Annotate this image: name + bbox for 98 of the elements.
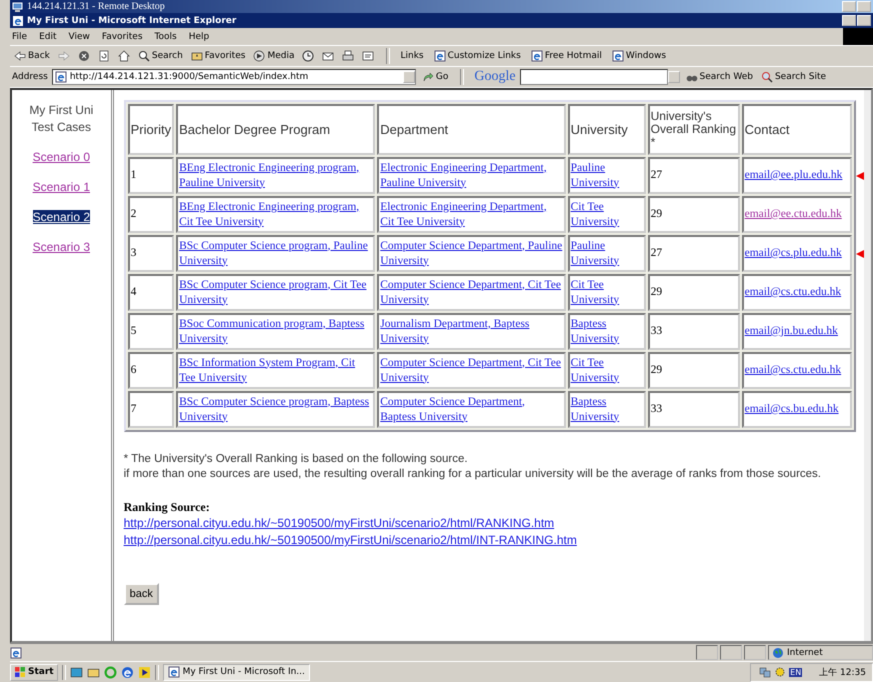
- status-bar-panel: [696, 645, 718, 660]
- table-cell: 2: [128, 196, 174, 233]
- magnifier-icon: [760, 71, 773, 83]
- network-icon[interactable]: [759, 666, 772, 678]
- forward-icon: [58, 50, 70, 62]
- computer-icon: [12, 0, 24, 12]
- search-web-button[interactable]: Search Web: [684, 71, 755, 83]
- zone-label: Internet: [787, 648, 823, 658]
- table-cell: 27: [648, 157, 740, 194]
- column-header: Bachelor Degree Program: [176, 104, 376, 155]
- print-icon: [342, 50, 354, 62]
- ie-icon: [12, 14, 24, 26]
- mail-icon: [322, 50, 334, 62]
- table-cell: 5: [128, 313, 174, 350]
- page-icon: [54, 71, 67, 83]
- google-logo: Google: [474, 69, 516, 85]
- arrow-icon: [422, 71, 434, 83]
- status-bar-panel: [720, 645, 742, 660]
- sidebar-title: My First Uni Test Cases: [28, 102, 94, 136]
- stop-icon: [78, 50, 90, 62]
- source-link[interactable]: http://personal.cityu.edu.hk/~50190500/myFirstUni/scenario2/html/INT-RANKING.htm: [124, 532, 577, 549]
- ie-icon[interactable]: [120, 666, 134, 678]
- address-field[interactable]: http://144.214.121.31:9000/SemanticWeb/index.htm: [52, 69, 416, 85]
- scenario-link[interactable]: Scenario 0: [32, 150, 90, 164]
- mail-button[interactable]: [320, 50, 336, 62]
- menu-item[interactable]: File: [12, 32, 28, 42]
- table-cell: 29: [648, 196, 740, 233]
- media-icon: [253, 50, 266, 62]
- history-button[interactable]: [300, 50, 316, 62]
- table-cell: 1: [128, 157, 174, 194]
- globe-icon: [772, 646, 784, 658]
- column-header: University's Overall Ranking *: [648, 104, 740, 155]
- ie-icon: [168, 666, 180, 678]
- scenario-link[interactable]: Scenario 3: [32, 240, 90, 254]
- refresh-icon: [98, 50, 110, 62]
- menu-item[interactable]: Tools: [154, 32, 177, 42]
- column-header: Department: [377, 104, 566, 155]
- favorites-button[interactable]: Favorites: [188, 50, 248, 62]
- media-button[interactable]: Media: [251, 50, 296, 62]
- search-site-button[interactable]: Search Site: [758, 71, 828, 83]
- source-link[interactable]: http://personal.cityu.edu.hk/~50190500/myFirstUni/scenario2/html/RANKING.htm: [124, 515, 554, 532]
- windows-flag-icon: [14, 666, 26, 678]
- page-icon: [10, 646, 22, 658]
- table-cell: 29: [648, 352, 740, 389]
- dropdown-button[interactable]: [668, 71, 680, 83]
- table-cell: 7: [128, 391, 174, 428]
- home-button[interactable]: [116, 50, 132, 62]
- menu-item[interactable]: Favorites: [102, 32, 143, 42]
- back-button[interactable]: back: [124, 583, 159, 605]
- column-header: Contact: [742, 104, 852, 155]
- back-button[interactable]: Back: [12, 50, 52, 62]
- go-button[interactable]: Go: [420, 71, 450, 83]
- window-title: My First Uni - Microsoft Internet Explorer: [27, 16, 236, 26]
- edit-icon: [362, 50, 374, 62]
- scenario-link[interactable]: Scenario 1: [32, 180, 90, 194]
- page-icon: [530, 50, 543, 62]
- address-label: Address: [12, 72, 48, 82]
- table-cell: 3: [128, 235, 174, 272]
- table-cell: 27: [648, 235, 740, 272]
- status-bar-panel: [744, 645, 766, 660]
- search-button[interactable]: Search: [136, 50, 185, 62]
- column-header: Priority: [128, 104, 174, 155]
- table-cell: 33: [648, 313, 740, 350]
- table-cell: 33: [648, 391, 740, 428]
- table-cell: 6: [128, 352, 174, 389]
- table-cell: 4: [128, 274, 174, 311]
- history-icon: [302, 50, 314, 62]
- ranking-source-label: Ranking Source:: [124, 500, 210, 515]
- quick-link[interactable]: Windows: [612, 50, 666, 62]
- favorites-icon: [190, 50, 203, 62]
- page-icon: [612, 50, 624, 62]
- scenario-link[interactable]: Scenario 2: [32, 210, 90, 224]
- table-cell: 29: [648, 274, 740, 311]
- menu-item[interactable]: Edit: [39, 32, 56, 42]
- links-label: Links: [400, 51, 424, 61]
- home-icon: [118, 50, 130, 62]
- footnote-text: * The University's Overall Ranking is based on the following source.: [124, 452, 468, 467]
- quick-link[interactable]: Free Hotmail: [530, 50, 602, 62]
- menu-item[interactable]: Help: [188, 32, 210, 42]
- print-button[interactable]: [340, 50, 356, 62]
- page-icon: [434, 50, 446, 62]
- back-icon: [14, 50, 26, 62]
- taskbar-window-button[interactable]: My First Uni - Microsoft In...: [162, 664, 310, 680]
- gear-icon[interactable]: [774, 666, 786, 678]
- search-field[interactable]: [520, 69, 668, 85]
- footnote-text: if more than one sources are used, the resulting overall ranking for a particular university will be the average of ranks from those sources.: [124, 467, 821, 482]
- search-icon: [138, 50, 150, 62]
- window-title: 144.214.121.31 - Remote Desktop: [27, 1, 165, 12]
- desktop-icon[interactable]: [70, 666, 83, 678]
- start-button[interactable]: Start: [10, 664, 58, 680]
- menu-item[interactable]: View: [68, 32, 90, 42]
- column-header: University: [568, 104, 646, 155]
- windows-logo: [843, 28, 873, 45]
- language-indicator[interactable]: EN: [789, 668, 802, 676]
- edit-button[interactable]: [360, 50, 376, 62]
- quick-link[interactable]: Customize Links: [434, 50, 521, 62]
- clock: 上午 12:35: [819, 666, 866, 678]
- media-player-icon[interactable]: [138, 666, 151, 678]
